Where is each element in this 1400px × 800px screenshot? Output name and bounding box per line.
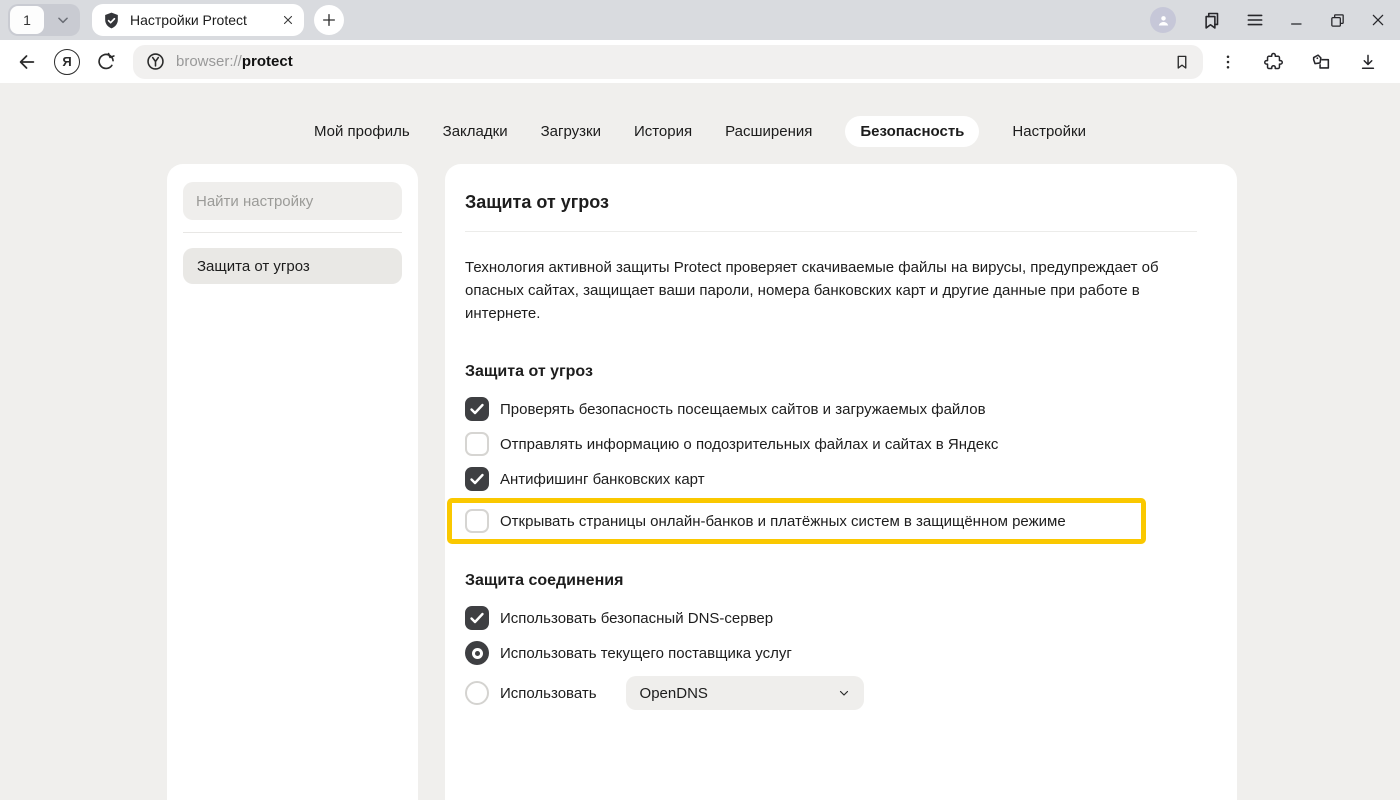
tab-security[interactable]: Безопасность	[845, 116, 979, 147]
search-settings-input[interactable]	[183, 182, 402, 220]
tab-my-profile[interactable]: Мой профиль	[314, 117, 410, 146]
main-content: Защита от угроз Технология активной защи…	[445, 164, 1237, 800]
sidebar-divider	[183, 232, 402, 233]
checkbox-checked-icon[interactable]	[465, 397, 489, 421]
tab-counter-button[interactable]: 1	[10, 6, 44, 34]
protect-description: Технология активной защиты Protect прове…	[465, 256, 1197, 325]
option-label: Использовать безопасный DNS-сервер	[500, 610, 773, 627]
page-actions-menu-icon[interactable]	[1219, 53, 1237, 71]
settings-sidebar: Защита от угроз	[167, 164, 418, 800]
window-minimize-button[interactable]	[1289, 12, 1305, 28]
option-label: Проверять безопасность посещаемых сайтов…	[500, 401, 986, 418]
tab-downloads[interactable]: Загрузки	[541, 117, 601, 146]
highlight-annotation-box: Открывать страницы онлайн-банков и платё…	[447, 498, 1146, 544]
url-text[interactable]: browser://protect	[176, 53, 1163, 70]
option-label: Использовать текущего поставщика услуг	[500, 645, 792, 662]
downloads-icon[interactable]	[1358, 52, 1378, 72]
option-protected-mode-banks[interactable]: Открывать страницы онлайн-банков и платё…	[465, 509, 1129, 533]
checkbox-unchecked-icon[interactable]	[465, 509, 489, 533]
browser-window: 1 Настройки Protect	[0, 0, 1400, 800]
url-scheme: browser://	[176, 53, 242, 70]
browser-menu-icon[interactable]	[1245, 10, 1265, 30]
window-restore-button[interactable]	[1329, 12, 1346, 29]
tab-bar: 1 Настройки Protect	[0, 0, 1400, 40]
yandex-home-button[interactable]: Я	[54, 49, 80, 75]
option-send-suspicious-info[interactable]: Отправлять информацию о подозрительных ф…	[465, 432, 1197, 456]
tab-title: Настройки Protect	[130, 12, 273, 28]
new-tab-button[interactable]	[314, 5, 344, 35]
section-heading-threats: Защита от угроз	[465, 363, 1197, 381]
settings-nav-tabs: Мой профиль Закладки Загрузки История Ра…	[0, 116, 1400, 147]
url-host: protect	[242, 53, 293, 70]
option-custom-dns-provider[interactable]: Использовать OpenDNS	[465, 676, 1197, 710]
option-label: Отправлять информацию о подозрительных ф…	[500, 436, 998, 453]
tab-counter-group: 1	[8, 4, 80, 36]
option-label: Антифишинг банковских карт	[500, 471, 705, 488]
tab-close-button[interactable]	[282, 14, 294, 26]
option-label: Использовать	[500, 685, 597, 702]
address-bar[interactable]: browser://protect	[133, 45, 1203, 79]
profile-avatar[interactable]	[1150, 7, 1176, 33]
active-browser-tab[interactable]: Настройки Protect	[92, 4, 304, 36]
option-antiphishing-cards[interactable]: Антифишинг банковских карт	[465, 467, 1197, 491]
tabbar-right-controls	[1150, 7, 1386, 33]
protect-shield-icon	[102, 11, 121, 30]
checkbox-unchecked-icon[interactable]	[465, 432, 489, 456]
toolbar-right-controls	[1219, 51, 1384, 73]
tab-history[interactable]: История	[634, 117, 692, 146]
side-panel-bookmarks-icon[interactable]	[1200, 10, 1221, 31]
tab-extensions[interactable]: Расширения	[725, 117, 812, 146]
option-secure-dns[interactable]: Использовать безопасный DNS-сервер	[465, 606, 1197, 630]
protect-badge-icon[interactable]	[145, 51, 166, 72]
radio-unselected-icon[interactable]	[465, 681, 489, 705]
tab-settings[interactable]: Настройки	[1012, 117, 1086, 146]
dns-provider-dropdown[interactable]: OpenDNS	[626, 676, 864, 710]
option-current-dns-provider[interactable]: Использовать текущего поставщика услуг	[465, 641, 1197, 665]
bookmark-page-icon[interactable]	[1173, 53, 1191, 71]
section-heading-connection: Защита соединения	[465, 572, 1197, 590]
option-label: Открывать страницы онлайн-банков и платё…	[500, 513, 1066, 530]
refresh-button[interactable]	[96, 51, 117, 72]
chevron-down-icon	[56, 13, 70, 27]
dropdown-selected-value: OpenDNS	[640, 685, 708, 702]
tab-bookmarks[interactable]: Закладки	[443, 117, 508, 146]
chevron-down-icon	[838, 687, 850, 699]
yandex-logo-icon: Я	[54, 49, 80, 75]
title-divider	[465, 231, 1197, 232]
checkbox-checked-icon[interactable]	[465, 467, 489, 491]
window-close-button[interactable]	[1370, 12, 1386, 28]
settings-page: Мой профиль Закладки Загрузки История Ра…	[0, 83, 1400, 800]
sidebar-item-label: Защита от угроз	[197, 258, 310, 275]
tab-count-label: 1	[23, 12, 31, 28]
sidebar-item-threat-protection[interactable]: Защита от угроз	[183, 248, 402, 284]
radio-selected-icon[interactable]	[465, 641, 489, 665]
back-button[interactable]	[16, 51, 38, 73]
page-title: Защита от угроз	[465, 192, 1197, 213]
checkbox-checked-icon[interactable]	[465, 606, 489, 630]
navigation-toolbar: Я browser://protect	[0, 40, 1400, 83]
extensions-puzzle-icon[interactable]	[1263, 51, 1284, 72]
collections-icon[interactable]	[1310, 51, 1332, 73]
tab-list-chevron-button[interactable]	[46, 4, 80, 36]
option-check-sites-files[interactable]: Проверять безопасность посещаемых сайтов…	[465, 397, 1197, 421]
